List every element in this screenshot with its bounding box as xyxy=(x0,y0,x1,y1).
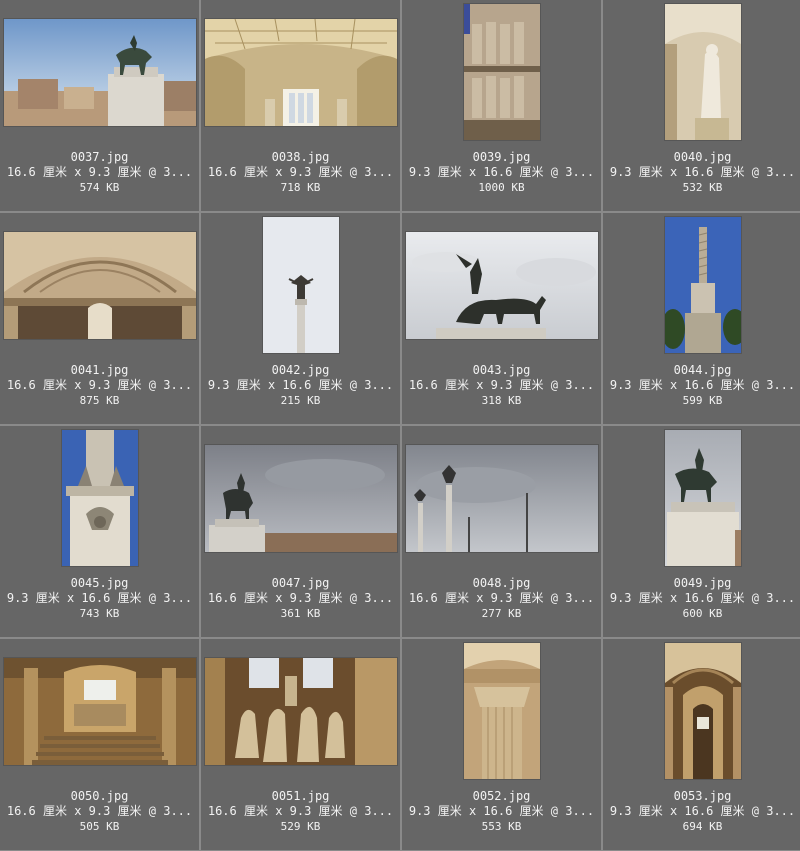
thumbnail-filename[interactable]: 0042.jpg xyxy=(201,363,400,378)
column-base-eagle-relief-image[interactable] xyxy=(61,430,138,566)
thumbnail-cell[interactable]: 0043.jpg 16.6 厘米 x 9.3 厘米 @ 3... 318 KB xyxy=(402,213,601,424)
cathedral-portal-statues-image[interactable] xyxy=(463,4,540,140)
thumbnail-dimensions: 9.3 厘米 x 16.6 厘米 @ 3... xyxy=(6,591,193,605)
thumbnail-filename[interactable]: 0037.jpg xyxy=(0,150,199,165)
thumbnail-filesize: 694 KB xyxy=(682,820,723,833)
thumbnail-filename[interactable]: 0039.jpg xyxy=(402,150,601,165)
thumbnail-dimensions: 16.6 厘米 x 9.3 厘米 @ 3... xyxy=(207,804,394,818)
thumbnail-dimensions: 9.3 厘米 x 16.6 厘米 @ 3... xyxy=(609,591,796,605)
thumbnail-filesize: 529 KB xyxy=(280,820,321,833)
thumbnail-filename[interactable]: 0045.jpg xyxy=(0,576,199,591)
thumbnail-filesize: 532 KB xyxy=(682,181,723,194)
thumbnail-filesize: 599 KB xyxy=(682,394,723,407)
thumbnail-filesize: 318 KB xyxy=(481,394,522,407)
equestrian-statue-pedestal-image[interactable] xyxy=(664,430,741,566)
horse-sculpture-interior-image[interactable] xyxy=(204,657,397,765)
thumbnail-filesize: 875 KB xyxy=(79,394,120,407)
thumbnail-cell[interactable]: 0041.jpg 16.6 厘米 x 9.3 厘米 @ 3... 875 KB xyxy=(0,213,199,424)
thumbnail-dimensions: 9.3 厘米 x 16.6 厘米 @ 3... xyxy=(609,165,796,179)
thumbnail-dimensions: 9.3 厘米 x 16.6 厘米 @ 3... xyxy=(609,804,796,818)
corinthian-column-capital-image[interactable] xyxy=(463,643,540,779)
thumbnail-cell[interactable]: 0049.jpg 9.3 厘米 x 16.6 厘米 @ 3... 600 KB xyxy=(603,426,800,637)
thumbnail-filesize: 361 KB xyxy=(280,607,321,620)
thumbnail-cell[interactable]: 0045.jpg 9.3 厘米 x 16.6 厘米 @ 3... 743 KB xyxy=(0,426,199,637)
column-with-winged-statue-image[interactable] xyxy=(262,217,339,353)
arched-corridor-interior-image[interactable] xyxy=(664,643,741,779)
thumbnail-dimensions: 9.3 厘米 x 16.6 厘米 @ 3... xyxy=(408,165,595,179)
thumbnail-filename[interactable]: 0038.jpg xyxy=(201,150,400,165)
thumbnail-cell[interactable]: 0039.jpg 9.3 厘米 x 16.6 厘米 @ 3... 1000 KB xyxy=(402,0,601,211)
thumbnail-filename[interactable]: 0047.jpg xyxy=(201,576,400,591)
thumbnail-filesize: 718 KB xyxy=(280,181,321,194)
thumbnail-cell[interactable]: 0037.jpg 16.6 厘米 x 9.3 厘米 @ 3... 574 KB xyxy=(0,0,199,211)
thumbnail-dimensions: 16.6 厘米 x 9.3 厘米 @ 3... xyxy=(408,378,595,392)
thumbnail-dimensions: 9.3 厘米 x 16.6 厘米 @ 3... xyxy=(609,378,796,392)
thumbnail-dimensions: 16.6 厘米 x 9.3 厘米 @ 3... xyxy=(207,165,394,179)
thumbnail-filesize: 1000 KB xyxy=(478,181,525,194)
quadriga-sculpture-image[interactable] xyxy=(405,231,598,339)
thumbnail-dimensions: 9.3 厘米 x 16.6 厘米 @ 3... xyxy=(408,804,595,818)
thumbnail-filesize: 574 KB xyxy=(79,181,120,194)
thumbnail-cell[interactable]: 0042.jpg 9.3 厘米 x 16.6 厘米 @ 3... 215 KB xyxy=(201,213,400,424)
thumbnail-cell[interactable]: 0047.jpg 16.6 厘米 x 9.3 厘米 @ 3... 361 KB xyxy=(201,426,400,637)
thumbnail-cell[interactable]: 0052.jpg 9.3 厘米 x 16.6 厘米 @ 3... 553 KB xyxy=(402,639,601,850)
thumbnail-cell[interactable]: 0044.jpg 9.3 厘米 x 16.6 厘米 @ 3... 599 KB xyxy=(603,213,800,424)
thumbnail-dimensions: 16.6 厘米 x 9.3 厘米 @ 3... xyxy=(207,591,394,605)
thumbnail-cell[interactable]: 0048.jpg 16.6 厘米 x 9.3 厘米 @ 3... 277 KB xyxy=(402,426,601,637)
thumbnail-filename[interactable]: 0049.jpg xyxy=(603,576,800,591)
thumbnail-cell[interactable]: 0053.jpg 9.3 厘米 x 16.6 厘米 @ 3... 694 KB xyxy=(603,639,800,850)
thumbnail-filesize: 743 KB xyxy=(79,607,120,620)
thumbnail-filesize: 215 KB xyxy=(280,394,321,407)
tall-column-blue-sky-image[interactable] xyxy=(664,217,741,353)
thumbnail-filename[interactable]: 0041.jpg xyxy=(0,363,199,378)
interior-staircase-hall-image[interactable] xyxy=(3,657,196,765)
thumbnail-cell[interactable]: 0051.jpg 16.6 厘米 x 9.3 厘米 @ 3... 529 KB xyxy=(201,639,400,850)
thumbnail-filename[interactable]: 0050.jpg xyxy=(0,789,199,804)
thumbnail-filename[interactable]: 0043.jpg xyxy=(402,363,601,378)
thumbnail-dimensions: 16.6 厘米 x 9.3 厘米 @ 3... xyxy=(6,165,193,179)
thumbnail-filename[interactable]: 0048.jpg xyxy=(402,576,601,591)
gothic-portal-tympanum-image[interactable] xyxy=(3,231,196,339)
thumbnail-filesize: 553 KB xyxy=(481,820,522,833)
thumbnail-dimensions: 16.6 厘米 x 9.3 厘米 @ 3... xyxy=(408,591,595,605)
thumbnail-filename[interactable]: 0052.jpg xyxy=(402,789,601,804)
thumbnail-grid: 0037.jpg 16.6 厘米 x 9.3 厘米 @ 3... 574 KB xyxy=(0,0,800,851)
thumbnail-filename[interactable]: 0051.jpg xyxy=(201,789,400,804)
marble-statue-arch-image[interactable] xyxy=(664,4,741,140)
thumbnail-filename[interactable]: 0044.jpg xyxy=(603,363,800,378)
thumbnail-filesize: 600 KB xyxy=(682,607,723,620)
thumbnail-dimensions: 9.3 厘米 x 16.6 厘米 @ 3... xyxy=(207,378,394,392)
thumbnail-filename[interactable]: 0040.jpg xyxy=(603,150,800,165)
thumbnail-cell[interactable]: 0040.jpg 9.3 厘米 x 16.6 厘米 @ 3... 532 KB xyxy=(603,0,800,211)
thumbnail-cell[interactable]: 0050.jpg 16.6 厘米 x 9.3 厘米 @ 3... 505 KB xyxy=(0,639,199,850)
equestrian-statue-cloudy-image[interactable] xyxy=(204,444,397,552)
coffered-ceiling-hall-image[interactable] xyxy=(204,18,397,126)
thumbnail-filesize: 277 KB xyxy=(481,607,522,620)
thumbnail-cell[interactable]: 0038.jpg 16.6 厘米 x 9.3 厘米 @ 3... 718 KB xyxy=(201,0,400,211)
columns-cloudy-sky-image[interactable] xyxy=(405,444,598,552)
thumbnail-filename[interactable]: 0053.jpg xyxy=(603,789,800,804)
thumbnail-dimensions: 16.6 厘米 x 9.3 厘米 @ 3... xyxy=(6,378,193,392)
equestrian-statue-monument-image[interactable] xyxy=(3,18,196,126)
thumbnail-dimensions: 16.6 厘米 x 9.3 厘米 @ 3... xyxy=(6,804,193,818)
thumbnail-filesize: 505 KB xyxy=(79,820,120,833)
